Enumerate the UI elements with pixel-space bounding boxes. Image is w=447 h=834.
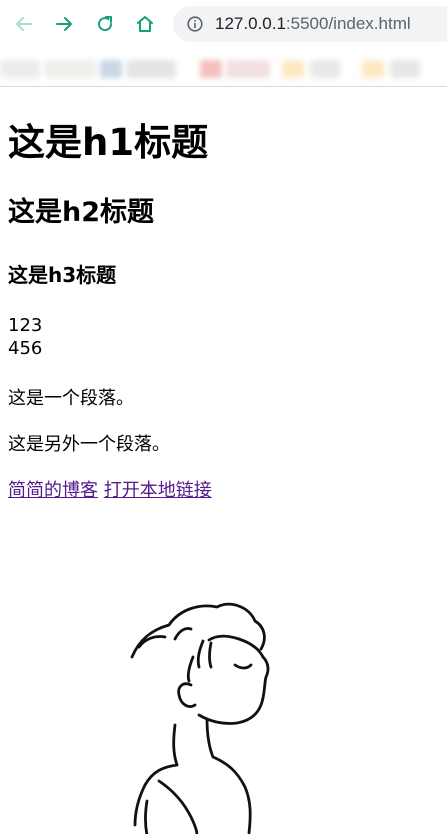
home-icon <box>137 16 153 32</box>
bookmark-item[interactable] <box>0 60 40 78</box>
blog-link[interactable]: 简简的博客 <box>8 480 98 501</box>
url-path: :5500/index.html <box>285 14 411 33</box>
number-lines: 123 456 <box>8 314 42 360</box>
bookmark-item[interactable] <box>310 60 340 78</box>
local-link[interactable]: 打开本地链接 <box>104 480 212 501</box>
url-text[interactable]: 127.0.0.1:5500/index.html <box>215 14 411 34</box>
bookmark-item[interactable] <box>100 60 122 78</box>
heading-h3: 这是h3标题 <box>8 263 117 287</box>
bookmark-item[interactable] <box>44 60 96 78</box>
bookmark-item[interactable] <box>126 60 176 78</box>
arrow-left-icon <box>16 17 32 31</box>
paragraph-1: 这是一个段落。 <box>8 388 134 409</box>
bookmark-item[interactable] <box>282 60 304 78</box>
links-row: 简简的博客 打开本地链接 <box>8 479 212 503</box>
boy-sketch-image <box>130 602 270 834</box>
reload-icon <box>98 16 113 32</box>
bookmark-item[interactable] <box>200 60 222 78</box>
page-viewport: 这是h1标题 这是h2标题 这是h3标题 123 456 这是一个段落。 这是另… <box>0 87 447 834</box>
back-button[interactable] <box>11 11 37 37</box>
bookmark-item[interactable] <box>390 60 420 78</box>
paragraph-2: 这是另外一个段落。 <box>8 434 170 455</box>
address-bar[interactable]: 127.0.0.1:5500/index.html <box>173 6 447 42</box>
bookmark-item[interactable] <box>362 60 384 78</box>
home-button[interactable] <box>132 11 158 37</box>
info-icon[interactable] <box>187 16 203 32</box>
number-line-1: 123 <box>8 315 43 336</box>
arrow-right-icon <box>56 17 72 31</box>
bookmark-item[interactable] <box>226 60 270 78</box>
heading-h2: 这是h2标题 <box>8 197 155 228</box>
forward-button[interactable] <box>51 11 77 37</box>
number-line-2: 456 <box>8 338 43 359</box>
reload-button[interactable] <box>92 11 118 37</box>
browser-toolbar: 127.0.0.1:5500/index.html <box>0 0 447 48</box>
url-host: 127.0.0.1 <box>215 14 286 33</box>
heading-h1: 这是h1标题 <box>8 121 209 164</box>
bookmarks-bar <box>0 48 447 86</box>
